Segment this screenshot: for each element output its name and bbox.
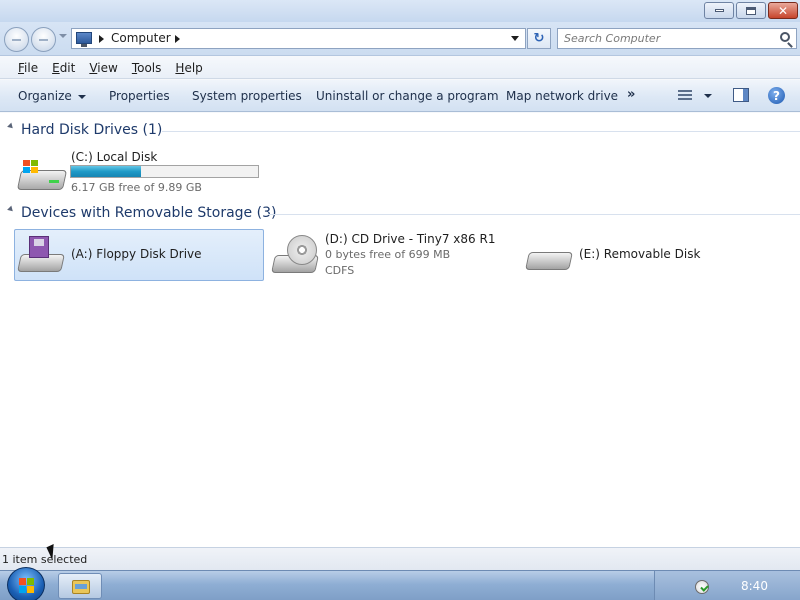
removable-disk-icon	[525, 252, 575, 276]
breadcrumb-chevron-icon[interactable]	[175, 35, 180, 43]
menu-tools[interactable]: Tools	[132, 61, 162, 75]
menu-view[interactable]: View	[89, 61, 117, 75]
drive-free-space: 0 bytes free of 699 MB	[325, 248, 451, 261]
address-row: Computer ↻	[0, 22, 800, 56]
notification-area: 8:40	[654, 571, 800, 600]
search-box[interactable]	[557, 28, 797, 49]
menu-help[interactable]: Help	[175, 61, 202, 75]
window-controls: ✕	[704, 2, 798, 19]
drive-free-space: 6.17 GB free of 9.89 GB	[71, 181, 202, 194]
close-button[interactable]: ✕	[768, 2, 798, 19]
search-input[interactable]	[564, 31, 764, 46]
address-dropdown-icon[interactable]	[511, 36, 519, 41]
back-button[interactable]	[4, 27, 29, 52]
chevron-down-icon	[77, 94, 86, 99]
menu-file[interactable]: File	[18, 61, 38, 75]
drive-list: Hard Disk Drives (1) (C:) Local Disk 6.1…	[0, 113, 800, 547]
floppy-disk-icon	[29, 236, 49, 258]
preview-pane-icon[interactable]	[733, 88, 749, 102]
system-properties-button[interactable]: System properties	[192, 89, 302, 103]
windows-logo-icon	[23, 160, 39, 174]
group-title: Hard Disk Drives (1)	[21, 122, 163, 138]
close-icon: ✕	[777, 3, 789, 18]
start-button[interactable]	[7, 567, 45, 600]
taskbar-explorer-button[interactable]	[58, 573, 102, 599]
map-network-drive-button[interactable]: Map network drive	[506, 89, 618, 103]
recent-pages-dropdown[interactable]	[59, 34, 67, 38]
collapse-arrow-icon[interactable]	[7, 205, 15, 214]
minimize-button[interactable]	[704, 2, 734, 19]
disk-usage-fill	[71, 166, 142, 177]
title-bar: ✕	[0, 0, 800, 22]
refresh-icon: ↻	[533, 31, 545, 46]
status-text: 1 item selected	[2, 553, 88, 566]
group-divider	[268, 214, 800, 215]
clock[interactable]: 8:40	[741, 579, 768, 593]
collapse-arrow-icon[interactable]	[7, 122, 15, 131]
hard-drive-icon	[16, 158, 68, 192]
uninstall-program-button[interactable]: Uninstall or change a program	[316, 89, 499, 103]
view-options-dropdown[interactable]	[704, 94, 712, 98]
drive-label: (D:) CD Drive - Tiny7 x86 R1	[325, 232, 496, 246]
drive-label: (E:) Removable Disk	[579, 247, 701, 261]
forward-arrow-icon	[39, 39, 48, 41]
forward-button[interactable]	[31, 27, 56, 52]
menu-edit[interactable]: Edit	[52, 61, 75, 75]
menu-bar: File Edit View Tools Help	[0, 57, 800, 79]
address-bar[interactable]: Computer	[71, 28, 526, 49]
group-divider	[162, 131, 800, 132]
disk-usage-bar	[70, 165, 259, 178]
restore-icon	[746, 6, 756, 15]
disc-icon	[287, 235, 317, 265]
change-view-icon[interactable]	[678, 89, 692, 102]
refresh-button[interactable]: ↻	[527, 28, 551, 49]
computer-icon	[76, 32, 92, 47]
properties-button[interactable]: Properties	[109, 89, 170, 103]
drive-label: (A:) Floppy Disk Drive	[71, 247, 202, 261]
drive-a-floppy[interactable]: (A:) Floppy Disk Drive	[14, 229, 264, 281]
drive-label: (C:) Local Disk	[71, 150, 158, 164]
cd-drive-icon	[271, 235, 321, 279]
drive-d-cd[interactable]: (D:) CD Drive - Tiny7 x86 R1 0 bytes fre…	[268, 229, 518, 281]
back-arrow-icon	[12, 39, 21, 41]
more-commands-button[interactable]: »	[627, 87, 635, 102]
status-bar: 1 item selected	[0, 547, 800, 570]
folder-icon	[72, 580, 90, 594]
taskbar: 8:40	[0, 567, 800, 600]
minimize-icon	[714, 9, 724, 12]
drive-filesystem: CDFS	[325, 264, 355, 277]
breadcrumb-chevron-icon[interactable]	[99, 35, 104, 43]
drive-e-removable[interactable]: (E:) Removable Disk	[522, 229, 772, 281]
search-icon[interactable]	[780, 32, 790, 42]
organize-button[interactable]: Organize	[18, 89, 86, 103]
floppy-drive-icon	[17, 236, 67, 276]
breadcrumb-computer[interactable]: Computer	[111, 31, 171, 45]
action-center-icon[interactable]	[695, 580, 709, 594]
group-title: Devices with Removable Storage (3)	[21, 205, 277, 221]
restore-button[interactable]	[736, 2, 766, 19]
help-icon[interactable]: ?	[768, 87, 785, 104]
